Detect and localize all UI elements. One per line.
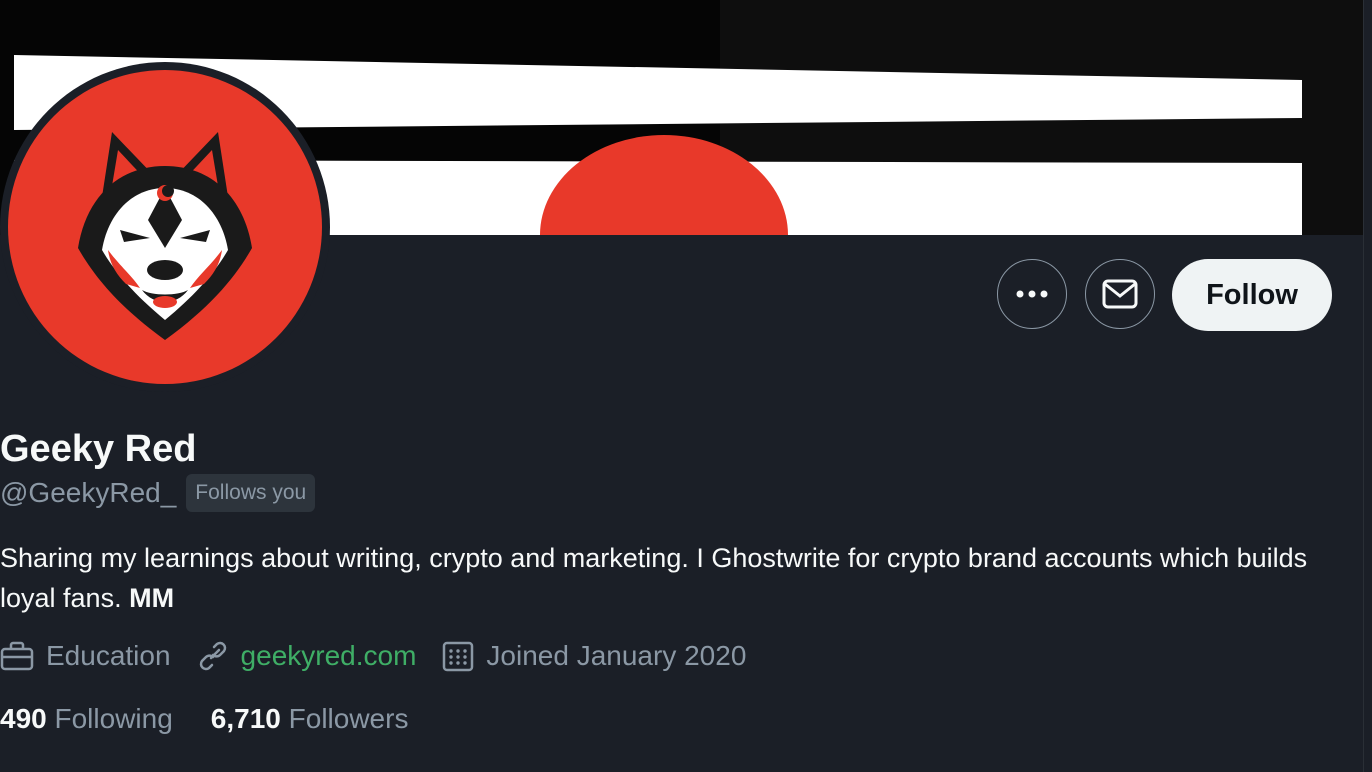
following-count: 490 bbox=[0, 703, 47, 734]
handle-row: @GeekyRed_ Follows you bbox=[0, 474, 316, 512]
profile-meta: Education geekyred.com Joined January 20… bbox=[0, 640, 772, 672]
followers-stat[interactable]: 6,710 Followers bbox=[211, 703, 409, 735]
wolf-logo-icon bbox=[78, 132, 252, 340]
follows-you-badge: Follows you bbox=[186, 474, 316, 512]
scrollbar-track[interactable] bbox=[1363, 0, 1372, 772]
mail-icon bbox=[1102, 279, 1138, 309]
bio-bold-text: MM bbox=[129, 583, 175, 613]
message-button[interactable] bbox=[1085, 259, 1155, 329]
calendar-icon bbox=[443, 641, 474, 672]
follow-button[interactable]: Follow bbox=[1172, 259, 1332, 331]
briefcase-icon bbox=[0, 641, 34, 671]
website-item[interactable]: geekyred.com bbox=[197, 640, 417, 672]
avatar[interactable] bbox=[0, 62, 330, 392]
follow-stats: 490 Following 6,710 Followers bbox=[0, 703, 446, 735]
bio-text: Sharing my learnings about writing, cryp… bbox=[0, 543, 1308, 613]
display-name: Geeky Red bbox=[0, 428, 197, 470]
profile-bio: Sharing my learnings about writing, cryp… bbox=[0, 538, 1340, 618]
link-icon bbox=[199, 641, 226, 671]
following-stat[interactable]: 490 Following bbox=[0, 703, 173, 735]
avatar-image bbox=[8, 70, 322, 384]
followers-count: 6,710 bbox=[210, 703, 281, 734]
user-handle: @GeekyRed_ bbox=[0, 477, 177, 508]
more-icon bbox=[1016, 290, 1048, 298]
joined-item: Joined January 2020 bbox=[442, 640, 746, 672]
following-label: Following bbox=[54, 703, 173, 734]
category-item: Education bbox=[0, 640, 171, 672]
joined-date: Joined January 2020 bbox=[486, 640, 747, 671]
followers-label: Followers bbox=[288, 703, 409, 734]
more-options-button[interactable] bbox=[997, 259, 1067, 329]
category-label: Education bbox=[46, 640, 171, 671]
website-link[interactable]: geekyred.com bbox=[241, 640, 417, 672]
profile-page: Follow Geeky Red @GeekyRed_ Follows you … bbox=[0, 0, 1372, 772]
